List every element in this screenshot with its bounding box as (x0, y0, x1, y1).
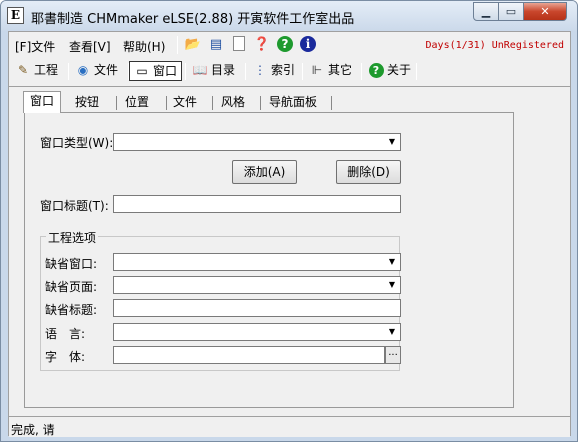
chevron-down-icon[interactable]: ▼ (385, 325, 399, 339)
project-options-title: 工程选项 (46, 229, 99, 246)
info-icon[interactable]: i (299, 36, 317, 54)
nav-file-label: 文件 (94, 63, 119, 77)
nav-separator (416, 63, 417, 80)
nav-window-label: 窗口 (153, 64, 178, 78)
default-window-combo[interactable]: ▼ (113, 253, 401, 271)
tab-file[interactable]: 文件 (167, 93, 204, 112)
tab-position[interactable]: 位置 (119, 93, 156, 112)
language-label: 语 言: (45, 327, 86, 341)
new-page-icon[interactable] (230, 36, 248, 54)
file-globe-icon: ◉ (77, 63, 89, 77)
minimize-icon: ▁ (481, 5, 491, 18)
open-folder-icon[interactable]: 📂 (184, 36, 202, 54)
menu-bar: [F]文件 查看[V] 帮助(H) 📂 ▤ ❓ ? i Days(1/31) U… (9, 32, 570, 59)
client-area: [F]文件 查看[V] 帮助(H) 📂 ▤ ❓ ? i Days(1/31) U… (8, 31, 571, 437)
other-icon: ⊩ (311, 63, 323, 77)
window-type-combo[interactable]: ▼ (113, 133, 401, 151)
nav-other-label: 其它 (328, 63, 353, 77)
nav-project[interactable]: ✎ 工程 (11, 61, 62, 81)
menu-view[interactable]: 查看[V] (69, 38, 111, 55)
nav-separator (361, 63, 362, 80)
nav-contents[interactable]: 📖 目录 (188, 61, 239, 81)
minimize-button[interactable]: ▁ (473, 2, 499, 21)
window-title: 耶書制造 CHMmaker eLSE(2.88) 开寅软件工作室出品 (31, 12, 355, 27)
nav-about-label: 关于 (387, 63, 412, 77)
font-label: 字 体: (45, 350, 86, 364)
window-list-icon[interactable]: ▤ (207, 36, 225, 54)
nav-separator (302, 63, 303, 80)
help-question-icon[interactable]: ? (276, 36, 294, 54)
nav-index[interactable]: ⋮ 索引 (248, 61, 299, 81)
default-page-label: 缺省页面: (45, 280, 98, 294)
add-button[interactable]: 添加(A) (232, 160, 297, 184)
font-browse-button[interactable]: ... (385, 346, 401, 364)
chevron-down-icon[interactable]: ▼ (385, 278, 399, 292)
contents-book-icon: 📖 (192, 63, 208, 77)
delete-button[interactable]: 删除(D) (336, 160, 401, 184)
close-icon: ✕ (540, 5, 550, 18)
index-icon: ⋮ (254, 63, 266, 77)
default-title-label: 缺省标题: (45, 303, 98, 317)
chevron-down-icon[interactable]: ▼ (385, 135, 399, 149)
app-window: E 耶書制造 CHMmaker eLSE(2.88) 开寅软件工作室出品 ▁ ▭… (0, 0, 578, 442)
tab-buttons[interactable]: 按钮 (69, 93, 106, 112)
maximize-icon: ▭ (505, 5, 517, 18)
window-icon: ▭ (136, 64, 148, 78)
window-type-label: 窗口类型(W): (40, 136, 114, 150)
tab-separator (116, 96, 117, 110)
window-title-input[interactable] (113, 195, 401, 213)
help-page-icon[interactable]: ❓ (253, 36, 271, 54)
default-page-combo[interactable]: ▼ (113, 276, 401, 294)
title-bar: E 耶書制造 CHMmaker eLSE(2.88) 开寅软件工作室出品 ▁ ▭… (1, 1, 577, 31)
status-text: 完成, 请 (11, 423, 55, 437)
status-bar: 完成, 请 (9, 416, 570, 437)
tab-panel: 窗口类型(W): ▼ 添加(A) 删除(D) 窗口标题(T): 工程选项 缺省窗… (24, 112, 514, 408)
nav-separator (185, 63, 186, 80)
nav-contents-label: 目录 (211, 63, 236, 77)
tab-nav-panel[interactable]: 导航面板 (263, 93, 324, 112)
window-title-label: 窗口标题(T): (40, 199, 109, 213)
chevron-down-icon[interactable]: ▼ (385, 255, 399, 269)
nav-project-label: 工程 (34, 63, 59, 77)
registration-status: Days(1/31) UnRegistered (425, 40, 564, 51)
nav-other[interactable]: ⊩ 其它 (305, 61, 356, 81)
nav-file[interactable]: ◉ 文件 (71, 61, 122, 81)
language-combo[interactable]: ▼ (113, 323, 401, 341)
default-title-input[interactable] (113, 299, 401, 317)
tab-window[interactable]: 窗口 (23, 91, 62, 113)
menu-help[interactable]: 帮助(H) (123, 38, 165, 55)
tab-style[interactable]: 风格 (215, 93, 252, 112)
menu-file[interactable]: [F]文件 (15, 38, 55, 55)
nav-about[interactable]: ? 关于 (364, 61, 415, 81)
window-settings-page: 窗口 按钮 位置 文件 风格 导航面板 窗口类型(W): ▼ 添加(A) 删除(… (9, 86, 570, 416)
nav-window[interactable]: ▭ 窗口 (129, 61, 183, 81)
font-input[interactable] (113, 346, 385, 364)
nav-separator (68, 63, 69, 80)
nav-separator (245, 63, 246, 80)
project-icon: ✎ (17, 63, 29, 77)
default-window-label: 缺省窗口: (45, 257, 98, 271)
toolbar-separator (177, 36, 178, 54)
nav-bar: ✎ 工程 ◉ 文件 ▭ 窗口 📖 目录 ⋮ 索引 ⊩ 其它 ? 关于 (9, 59, 570, 83)
maximize-button[interactable]: ▭ (498, 2, 524, 21)
tab-separator (331, 96, 332, 110)
app-icon[interactable]: E (7, 7, 24, 24)
nav-index-label: 索引 (271, 63, 296, 77)
tab-separator (212, 96, 213, 110)
tab-separator (260, 96, 261, 110)
project-options-group: 工程选项 缺省窗口: ▼ 缺省页面: ▼ 缺省标题: 语 言: ▼ 字 体: .… (40, 229, 401, 371)
close-button[interactable]: ✕ (523, 2, 567, 21)
about-icon: ? (368, 61, 384, 80)
